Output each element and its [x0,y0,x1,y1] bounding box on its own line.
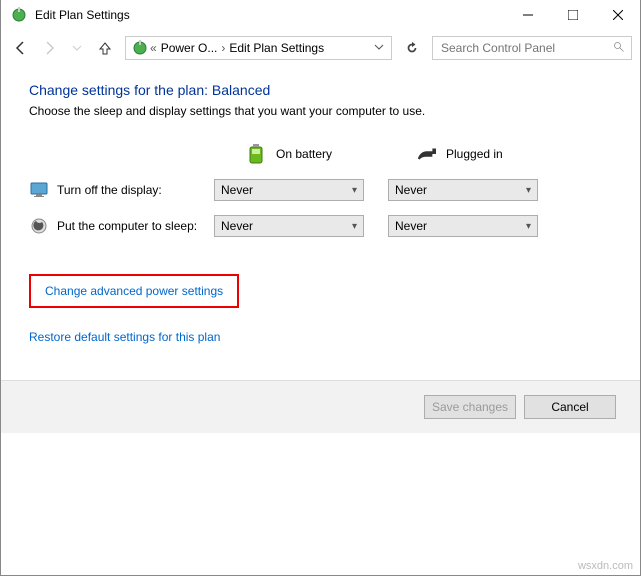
sleep-plugged-select[interactable]: Never ▾ [388,215,538,237]
chevron-down-icon: ▾ [352,185,357,196]
maximize-button[interactable] [550,0,595,30]
refresh-button[interactable] [400,36,424,60]
window-title: Edit Plan Settings [35,8,505,22]
minimize-button[interactable] [505,0,550,30]
content-area: Change settings for the plan: Balanced C… [1,66,640,360]
footer: Save changes Cancel [1,381,640,433]
navigation-bar: « Power O... › Edit Plan Settings [1,30,640,66]
display-icon [29,180,49,200]
close-button[interactable] [595,0,640,30]
display-label: Turn off the display: [57,183,162,197]
select-value: Never [395,183,427,197]
display-battery-select[interactable]: Never ▾ [214,179,364,201]
advanced-settings-link[interactable]: Change advanced power settings [45,284,223,298]
search-box[interactable] [432,36,632,60]
select-value: Never [221,219,253,233]
battery-label: On battery [276,147,332,161]
sleep-icon [29,216,49,236]
breadcrumb[interactable]: « Power O... › Edit Plan Settings [125,36,392,60]
breadcrumb-root-sep: « [150,41,157,55]
chevron-down-icon: ▾ [352,221,357,232]
recent-dropdown-icon[interactable] [65,36,89,60]
display-row: Turn off the display: Never ▾ Never ▾ [29,172,612,208]
restore-defaults-link[interactable]: Restore default settings for this plan [29,330,220,344]
battery-column: On battery [214,144,384,164]
search-input[interactable] [439,40,589,56]
highlight-box: Change advanced power settings [29,274,239,308]
display-plugged-select[interactable]: Never ▾ [388,179,538,201]
search-icon[interactable] [613,41,625,56]
plugged-column: Plugged in [384,144,554,164]
power-plan-icon [9,5,29,25]
select-value: Never [395,219,427,233]
watermark: wsxdn.com [578,560,633,572]
plug-icon [416,144,436,164]
plugged-label: Plugged in [446,147,503,161]
sleep-row: Put the computer to sleep: Never ▾ Never… [29,208,612,244]
battery-icon [246,144,266,164]
back-button[interactable] [9,36,33,60]
title-bar: Edit Plan Settings [1,0,640,30]
up-button[interactable] [93,36,117,60]
cancel-button[interactable]: Cancel [524,395,616,419]
breadcrumb-icon [130,38,150,58]
page-title: Change settings for the plan: Balanced [29,82,612,98]
breadcrumb-item[interactable]: Edit Plan Settings [225,41,328,55]
sleep-battery-select[interactable]: Never ▾ [214,215,364,237]
chevron-down-icon: ▾ [526,185,531,196]
column-headers: On battery Plugged in [29,136,612,172]
page-subtitle: Choose the sleep and display settings th… [29,104,612,118]
select-value: Never [221,183,253,197]
breadcrumb-dropdown[interactable] [371,41,387,55]
chevron-down-icon: ▾ [526,221,531,232]
sleep-label: Put the computer to sleep: [57,219,197,233]
forward-button[interactable] [37,36,61,60]
save-button[interactable]: Save changes [424,395,516,419]
breadcrumb-item[interactable]: Power O... [157,41,222,55]
